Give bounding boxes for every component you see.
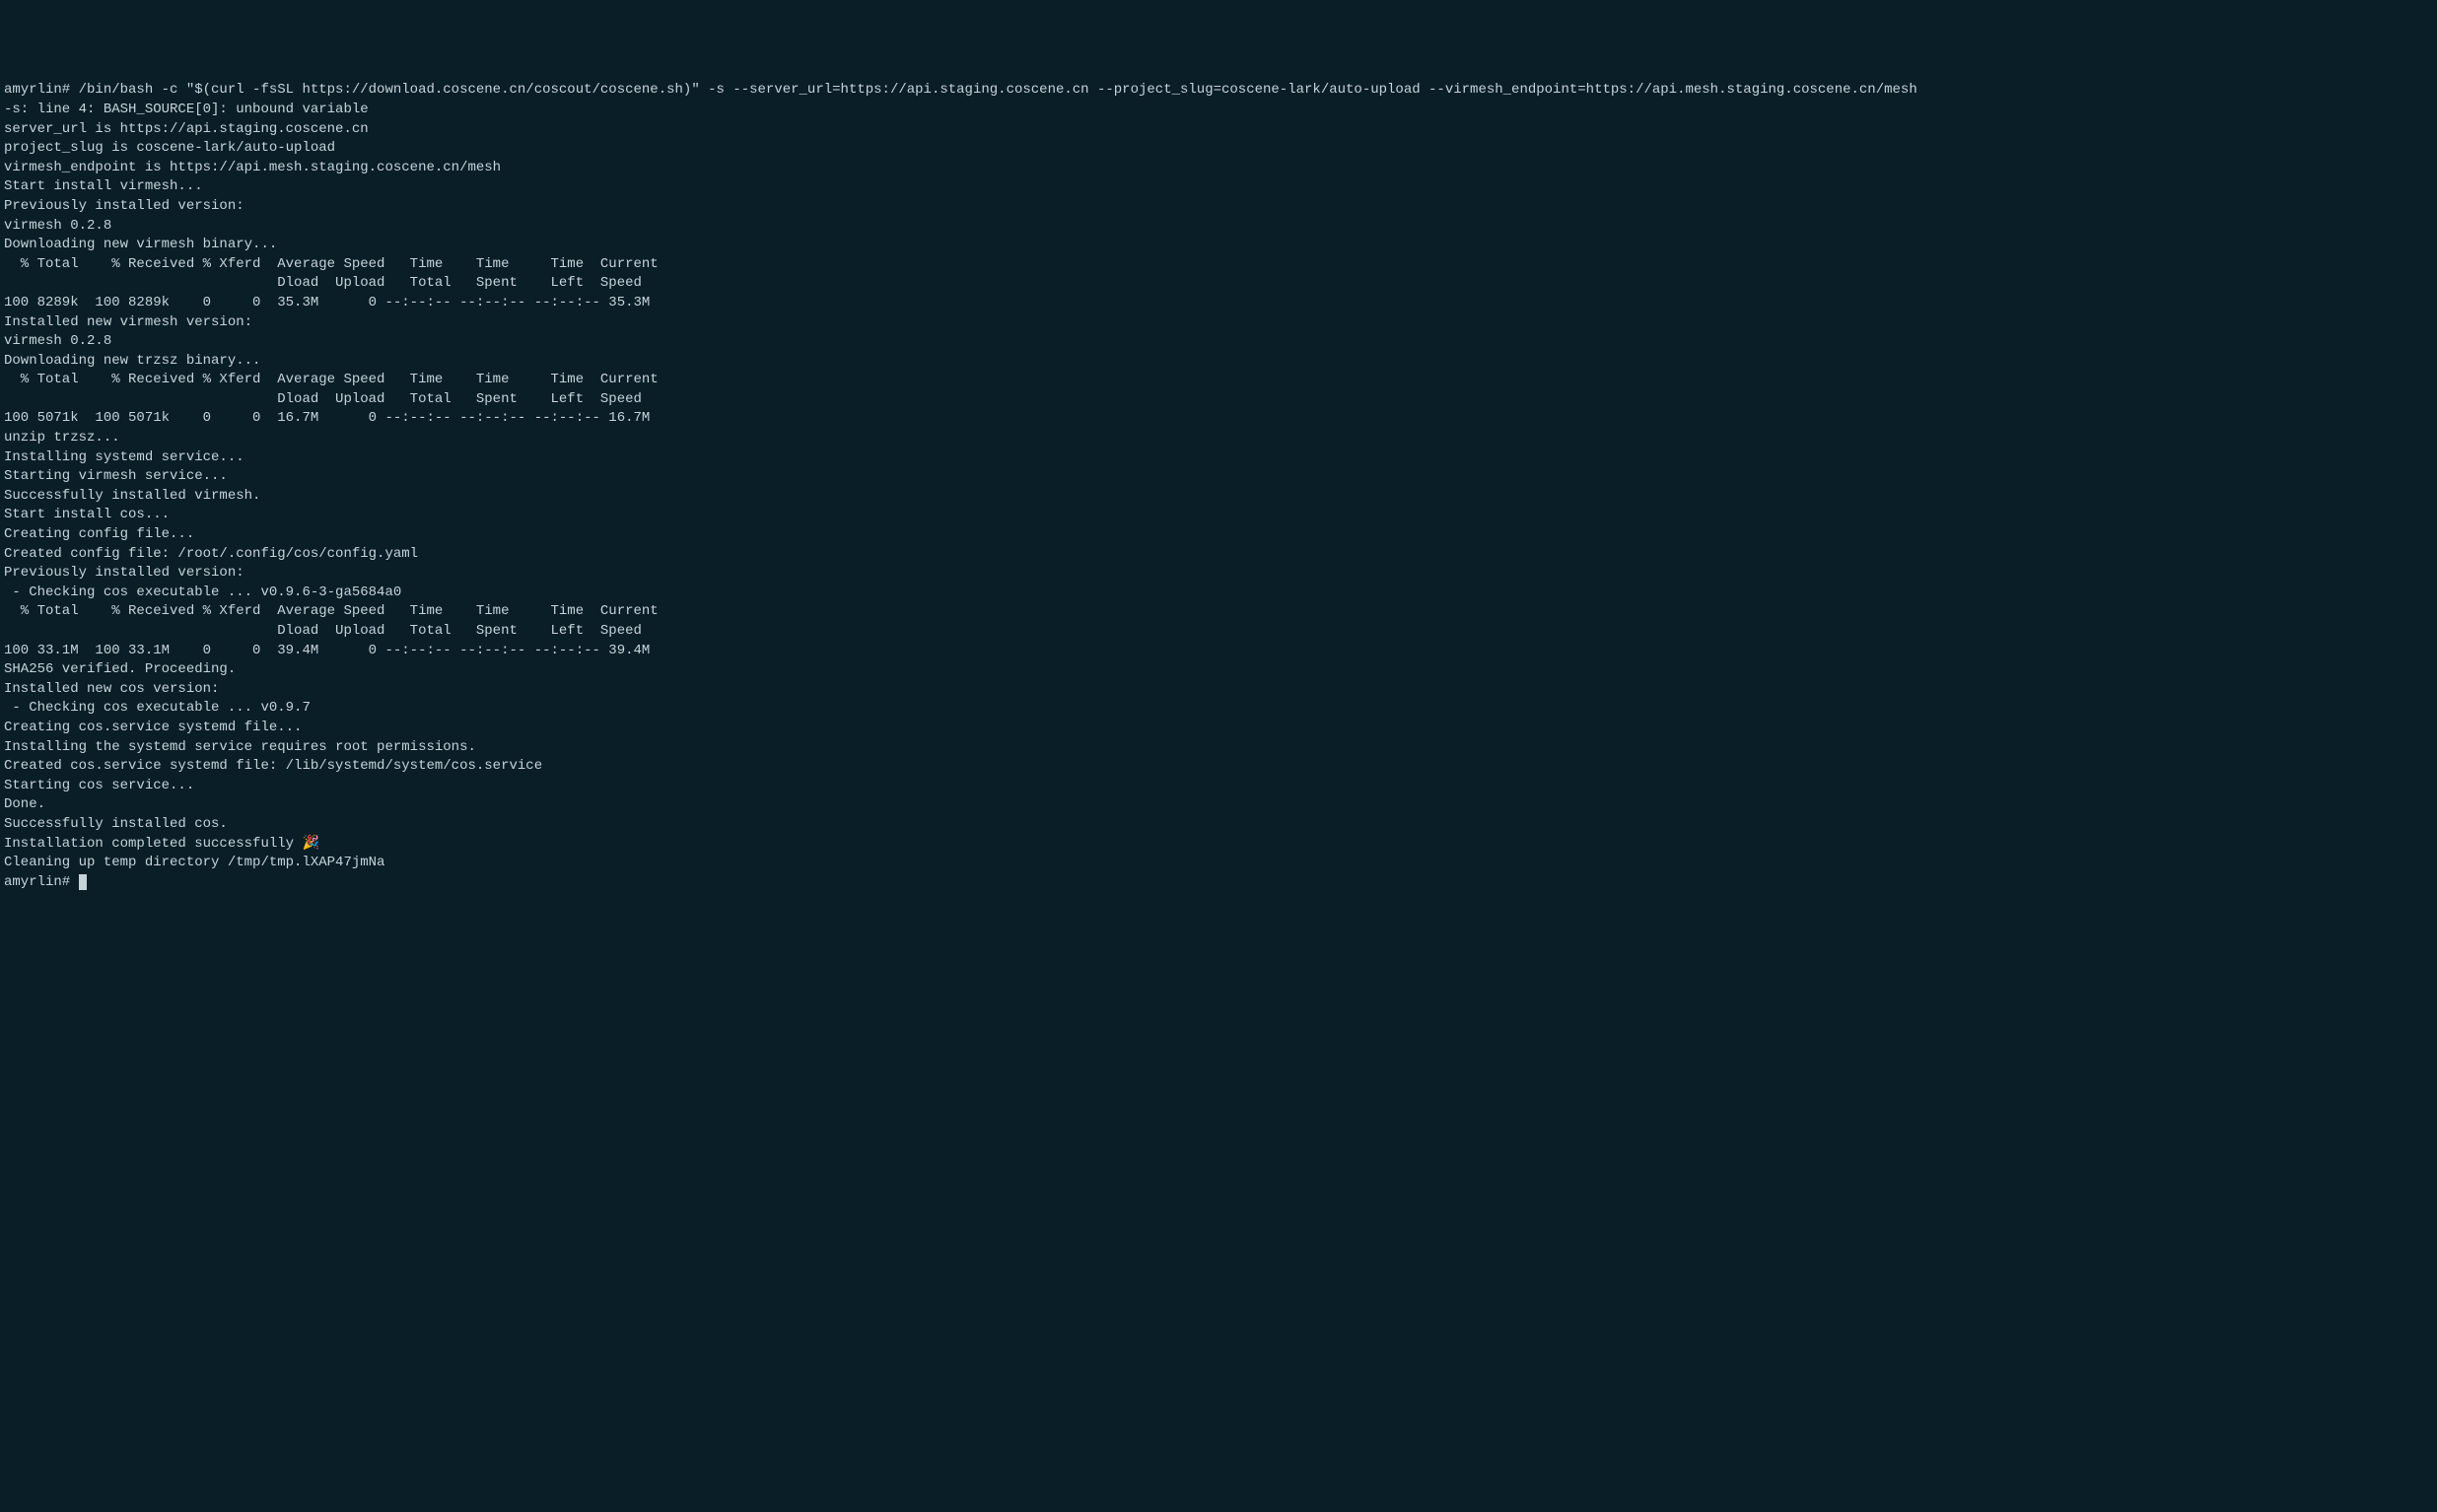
shell-prompt: amyrlin# [4, 874, 79, 890]
terminal-window[interactable]: amyrlin# /bin/bash -c "$(curl -fsSL http… [4, 81, 2433, 892]
terminal-line: Dload Upload Total Spent Left Speed [4, 622, 2433, 642]
terminal-line: unzip trzsz... [4, 429, 2433, 448]
terminal-line: Creating config file... [4, 525, 2433, 545]
terminal-line: % Total % Received % Xferd Average Speed… [4, 255, 2433, 275]
terminal-line: Creating cos.service systemd file... [4, 719, 2433, 738]
terminal-line: Downloading new trzsz binary... [4, 352, 2433, 372]
terminal-line: Installing the systemd service requires … [4, 738, 2433, 758]
terminal-line: Starting cos service... [4, 777, 2433, 796]
terminal-line: Downloading new virmesh binary... [4, 236, 2433, 255]
terminal-line: Installing systemd service... [4, 448, 2433, 468]
terminal-line: Cleaning up temp directory /tmp/tmp.lXAP… [4, 854, 2433, 873]
terminal-line: Previously installed version: [4, 197, 2433, 217]
terminal-line: server_url is https://api.staging.coscen… [4, 120, 2433, 140]
terminal-line: Installed new virmesh version: [4, 313, 2433, 333]
terminal-line: % Total % Received % Xferd Average Speed… [4, 602, 2433, 622]
terminal-line: Dload Upload Total Spent Left Speed [4, 390, 2433, 410]
terminal-line: - Checking cos executable ... v0.9.6-3-g… [4, 584, 2433, 603]
terminal-line: Successfully installed cos. [4, 815, 2433, 835]
terminal-line: Installation completed successfully 🎉 [4, 835, 2433, 855]
terminal-line: amyrlin# /bin/bash -c "$(curl -fsSL http… [4, 81, 2433, 101]
terminal-line: % Total % Received % Xferd Average Speed… [4, 371, 2433, 390]
terminal-line: virmesh_endpoint is https://api.mesh.sta… [4, 159, 2433, 178]
terminal-line: Successfully installed virmesh. [4, 487, 2433, 507]
terminal-prompt-line[interactable]: amyrlin# [4, 873, 2433, 893]
terminal-line: 100 8289k 100 8289k 0 0 35.3M 0 --:--:--… [4, 294, 2433, 313]
cursor [79, 874, 87, 890]
terminal-line: Starting virmesh service... [4, 467, 2433, 487]
terminal-line: - Checking cos executable ... v0.9.7 [4, 699, 2433, 719]
terminal-line: virmesh 0.2.8 [4, 217, 2433, 237]
terminal-line: virmesh 0.2.8 [4, 332, 2433, 352]
terminal-line: Previously installed version: [4, 564, 2433, 584]
terminal-line: -s: line 4: BASH_SOURCE[0]: unbound vari… [4, 101, 2433, 120]
terminal-line: Start install cos... [4, 506, 2433, 525]
terminal-line: project_slug is coscene-lark/auto-upload [4, 139, 2433, 159]
terminal-line: Dload Upload Total Spent Left Speed [4, 274, 2433, 294]
terminal-line: Installed new cos version: [4, 680, 2433, 700]
terminal-line: Done. [4, 795, 2433, 815]
terminal-line: Created cos.service systemd file: /lib/s… [4, 757, 2433, 777]
terminal-line: SHA256 verified. Proceeding. [4, 660, 2433, 680]
terminal-line: 100 5071k 100 5071k 0 0 16.7M 0 --:--:--… [4, 409, 2433, 429]
terminal-line: Start install virmesh... [4, 177, 2433, 197]
terminal-line: Created config file: /root/.config/cos/c… [4, 545, 2433, 565]
terminal-line: 100 33.1M 100 33.1M 0 0 39.4M 0 --:--:--… [4, 642, 2433, 661]
